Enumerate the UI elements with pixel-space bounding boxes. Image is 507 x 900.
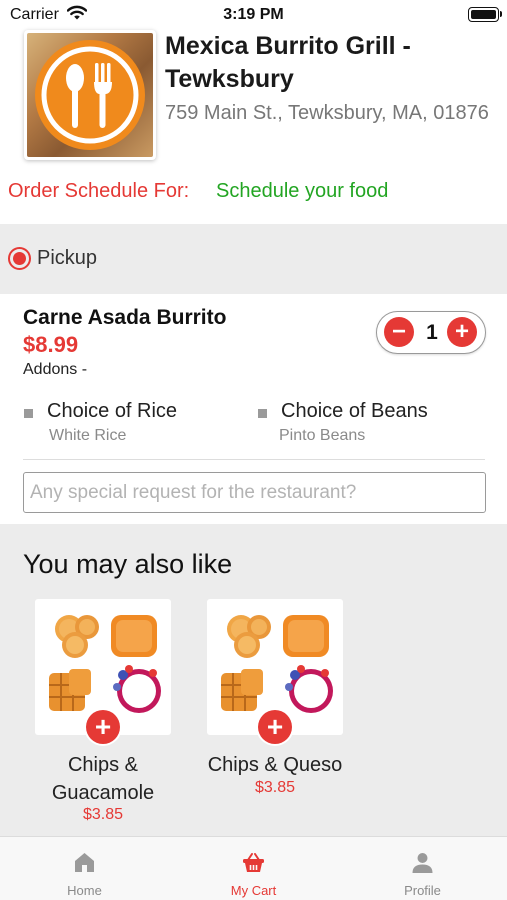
person-icon [410, 850, 435, 875]
special-request-input[interactable] [23, 472, 486, 513]
recommendations-section: You may also like + Chips & Guacamole $3… [0, 524, 507, 836]
recommendation-price: $3.85 [254, 779, 296, 796]
option-value: Pinto Beans [279, 427, 366, 444]
battery-icon [468, 7, 499, 22]
bottom-tab-bar: Home My Cart Profile [0, 836, 507, 900]
tab-profile[interactable]: Profile [338, 837, 507, 900]
tab-profile-label: Profile [404, 883, 441, 898]
cart-item-name: Carne Asada Burrito [23, 306, 227, 329]
restaurant-address: 759 Main St., Tewksbury, MA, 01876 [165, 102, 489, 124]
quantity-stepper: − 1 + [376, 311, 486, 354]
recommendation-price: $3.85 [82, 806, 124, 823]
schedule-food-link[interactable]: Schedule your food [216, 180, 388, 203]
pickup-label[interactable]: Pickup [37, 247, 97, 270]
add-item-button[interactable]: + [86, 710, 120, 744]
recommendations-title: You may also like [23, 549, 233, 579]
divider [23, 459, 485, 460]
tab-my-cart-label: My Cart [230, 883, 277, 898]
recommendation-name: Chips & Guacamole [51, 754, 155, 804]
home-icon [72, 850, 97, 875]
cart-item-price: $8.99 [23, 332, 79, 357]
recommendation-name: Chips & Queso [207, 754, 343, 776]
status-time: 3:19 PM [223, 6, 284, 23]
status-bar: Carrier 3:19 PM [0, 0, 507, 30]
option-bullet [24, 409, 33, 418]
basket-icon [241, 850, 266, 875]
option-title: Choice of Rice [47, 400, 178, 422]
option-title: Choice of Beans [281, 400, 428, 422]
pickup-radio[interactable] [8, 247, 31, 270]
restaurant-logo [24, 30, 156, 160]
restaurant-name: Mexica Burrito Grill - Tewksbury [165, 32, 411, 93]
order-schedule-label: Order Schedule For: [8, 180, 190, 202]
addons-label: Addons - [23, 361, 88, 378]
tab-home[interactable]: Home [0, 837, 169, 900]
order-type-section: Pickup [0, 224, 507, 294]
option-value: White Rice [49, 427, 127, 444]
option-bullet [258, 409, 267, 418]
decrease-quantity-button[interactable]: − [384, 317, 414, 347]
tab-home-label: Home [67, 883, 102, 898]
increase-quantity-button[interactable]: + [447, 317, 477, 347]
add-item-button[interactable]: + [258, 710, 292, 744]
tab-my-cart[interactable]: My Cart [169, 837, 338, 900]
fork-spoon-logo-icon [27, 33, 153, 157]
quantity-value: 1 [426, 321, 438, 344]
